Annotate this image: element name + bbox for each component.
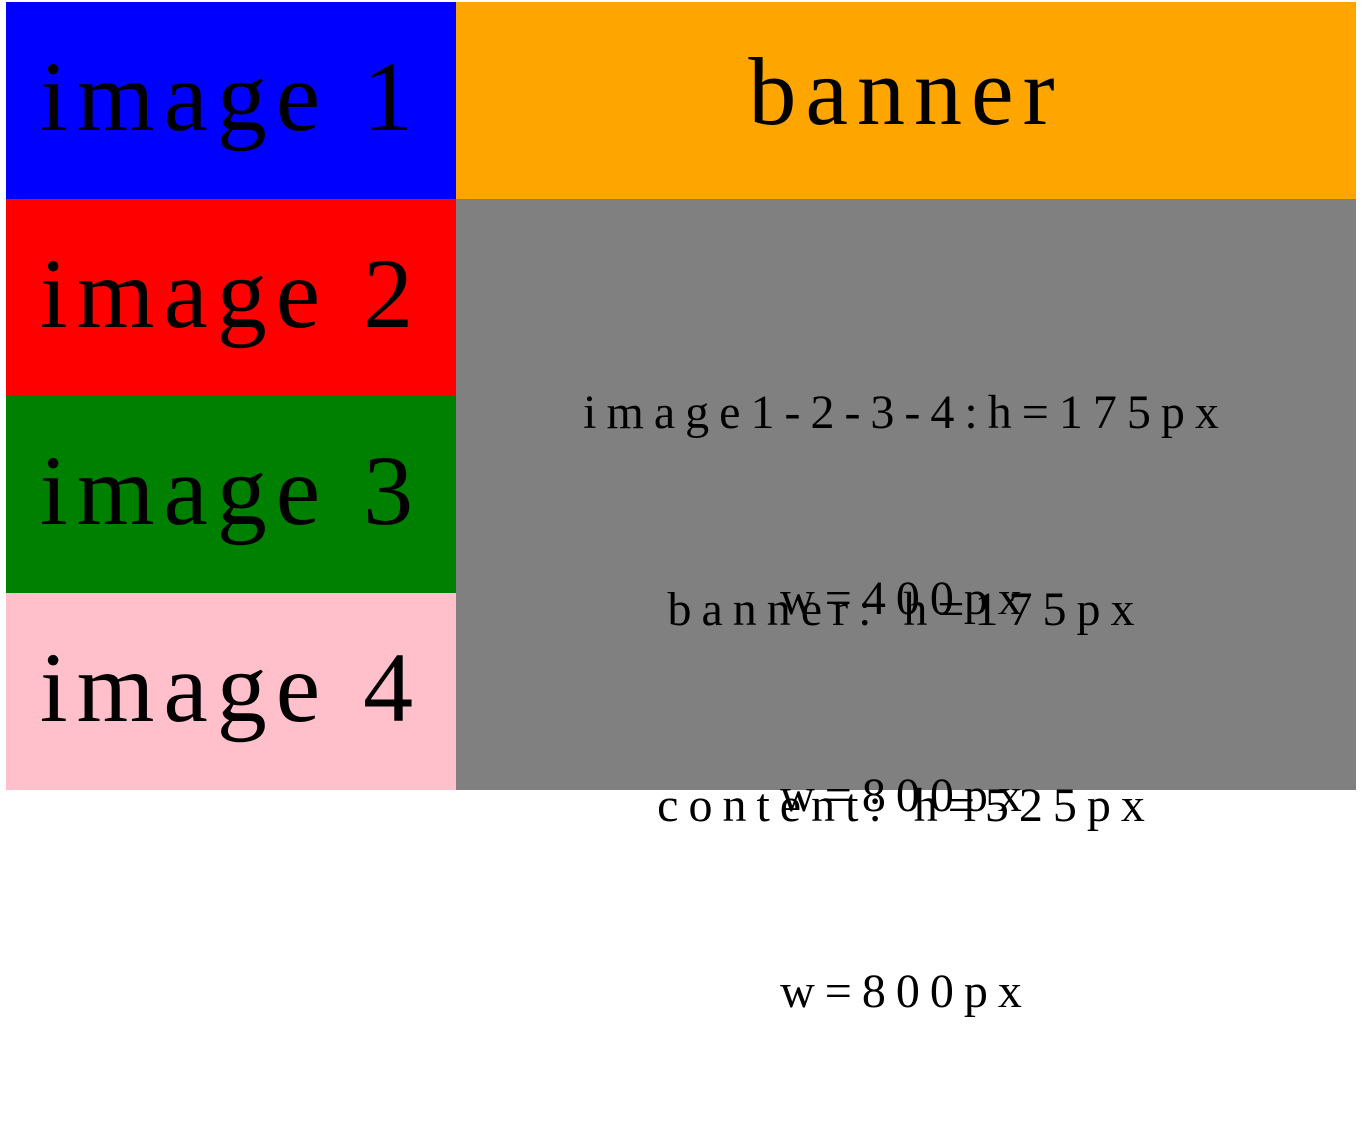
banner-label: banner xyxy=(748,37,1064,145)
image-3-block: image 3 xyxy=(6,396,456,593)
image-2-label: image 2 xyxy=(39,237,423,349)
content-size-spec-line-2: w=800px xyxy=(780,965,1032,1018)
image-column: image 1 image 2 image 3 image 4 xyxy=(6,2,456,790)
banner-size-spec-line-1: banner: h=175px xyxy=(667,583,1145,636)
image-4-block: image 4 xyxy=(6,593,456,790)
content-size-spec: content: h=525px w=800px xyxy=(456,651,1356,1147)
image-1-label: image 1 xyxy=(39,40,423,152)
layout-diagram: image 1 image 2 image 3 image 4 banner i… xyxy=(6,2,1356,1018)
image-4-label: image 4 xyxy=(39,631,423,743)
banner-block: banner xyxy=(456,2,1356,199)
image-size-spec-line-1: image1-2-3-4:h=175px xyxy=(583,386,1229,439)
image-1-block: image 1 xyxy=(6,2,456,199)
content-size-spec-line-1: content: h=525px xyxy=(657,779,1155,832)
content-block: image1-2-3-4:h=175px w=400px banner: h=1… xyxy=(456,199,1356,1018)
image-3-label: image 3 xyxy=(39,434,423,546)
image-2-block: image 2 xyxy=(6,199,456,396)
